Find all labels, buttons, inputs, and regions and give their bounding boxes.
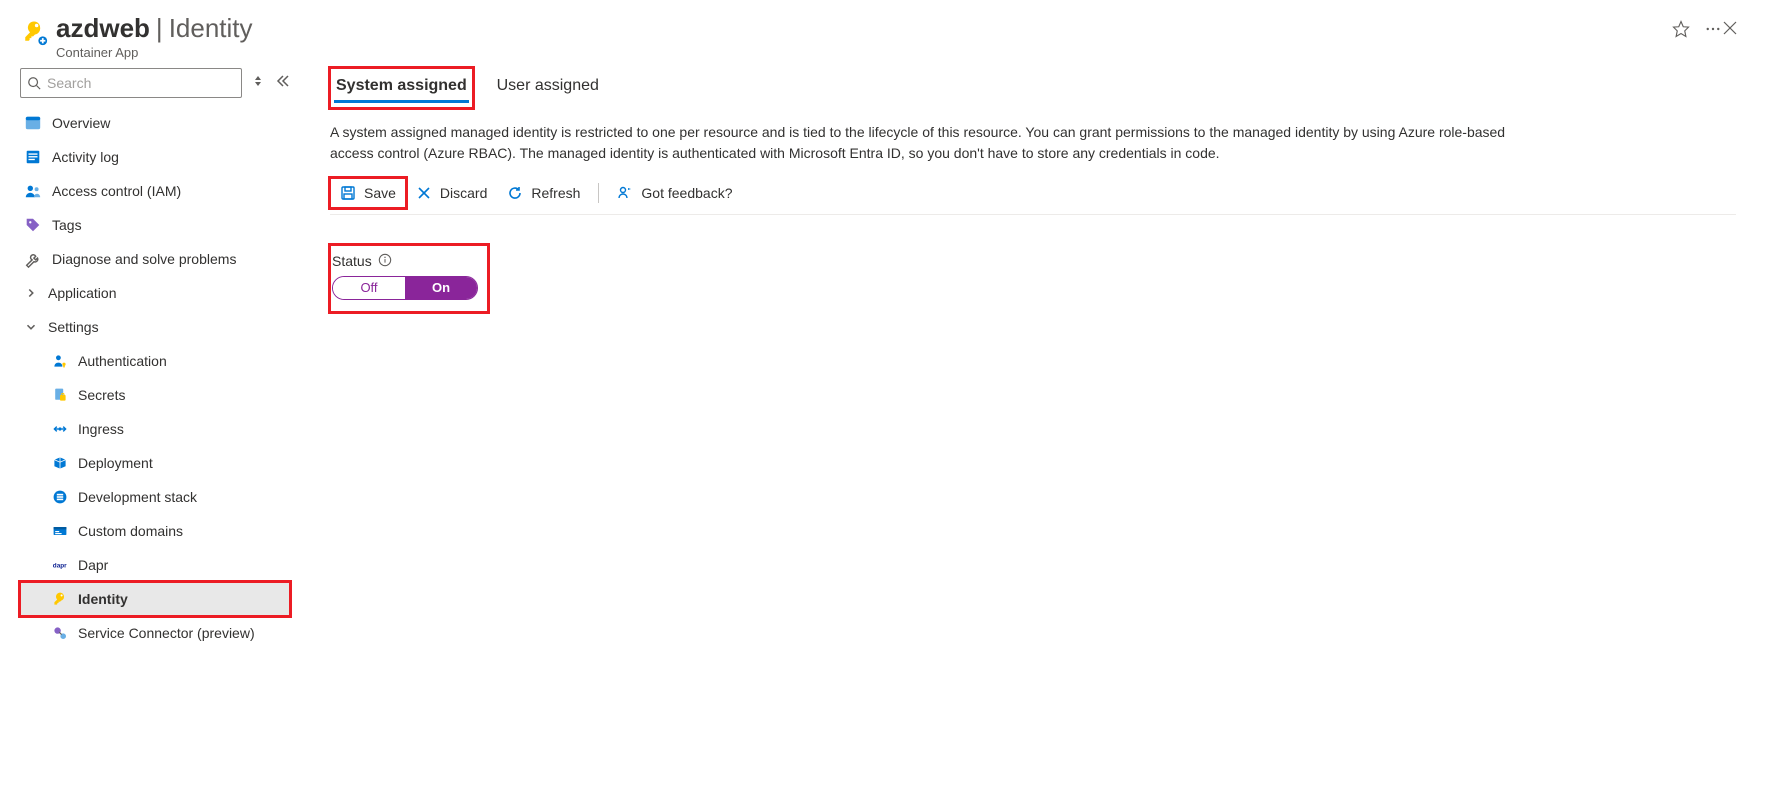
highlight-status: Status Off On (330, 245, 488, 312)
sidebar-item-label: Access control (IAM) (52, 183, 181, 199)
status-toggle[interactable]: Off On (332, 276, 478, 300)
status-toggle-off[interactable]: Off (333, 277, 405, 299)
sidebar-item-dapr[interactable]: dapr Dapr (20, 548, 290, 582)
sidebar-item-label: Overview (52, 115, 110, 131)
dapr-icon: dapr (52, 557, 68, 573)
sidebar-item-secrets[interactable]: Secrets (20, 378, 290, 412)
sidebar-item-overview[interactable]: Overview (20, 106, 290, 140)
discard-icon (416, 185, 432, 201)
lock-file-icon (52, 387, 68, 403)
sidebar-group-label: Settings (48, 319, 99, 335)
close-blade-icon[interactable] (1722, 14, 1746, 39)
connector-icon (52, 625, 68, 641)
sidebar-item-service-connector[interactable]: Service Connector (preview) (20, 616, 290, 650)
tag-icon (24, 216, 42, 234)
sidebar-item-identity[interactable]: Identity (20, 582, 290, 616)
identity-resource-icon (20, 18, 48, 46)
save-button-label: Save (364, 185, 396, 201)
sidebar-item-ingress[interactable]: Ingress (20, 412, 290, 446)
sidebar-item-label: Secrets (78, 387, 125, 403)
sidebar-item-tags[interactable]: Tags (20, 208, 290, 242)
sidebar-item-authentication[interactable]: Authentication (20, 344, 290, 378)
sidebar-item-dev-stack[interactable]: Development stack (20, 480, 290, 514)
feedback-button[interactable]: Got feedback? (607, 178, 742, 208)
search-sort-icon[interactable] (250, 73, 266, 92)
highlight-save: Save (330, 178, 406, 208)
toolbar-separator (598, 183, 599, 203)
sidebar-group-application[interactable]: Application (20, 276, 290, 310)
more-actions-icon[interactable] (1704, 20, 1722, 41)
page-title-app: azdweb (56, 14, 150, 43)
favorite-star-icon[interactable] (1672, 20, 1690, 41)
sidebar-item-label: Identity (78, 591, 128, 607)
ingress-icon (52, 421, 68, 437)
sidebar-search-input[interactable] (41, 74, 235, 92)
person-key-icon (52, 353, 68, 369)
wrench-icon (24, 250, 42, 268)
sidebar-item-label: Activity log (52, 149, 119, 165)
sidebar-item-label: Deployment (78, 455, 153, 471)
sidebar-group-settings[interactable]: Settings (20, 310, 290, 344)
sidebar-item-label: Tags (52, 217, 82, 233)
collapse-sidebar-icon[interactable] (274, 73, 290, 92)
tab-system-assigned[interactable]: System assigned (334, 71, 469, 105)
sidebar-item-label: Ingress (78, 421, 124, 437)
page-header: azdweb | Identity Container App (20, 10, 1746, 68)
status-toggle-on[interactable]: On (405, 277, 477, 299)
identity-key-icon (52, 591, 68, 607)
sidebar-search[interactable] (20, 68, 242, 98)
sidebar-group-label: Application (48, 285, 117, 301)
content-pane: System assigned User assigned A system a… (300, 68, 1746, 650)
tab-user-assigned[interactable]: User assigned (495, 71, 601, 105)
status-label: Status (332, 253, 372, 269)
refresh-button[interactable]: Refresh (497, 178, 590, 208)
save-button[interactable]: Save (330, 178, 406, 208)
sidebar-item-label: Dapr (78, 557, 108, 573)
page-title: azdweb | Identity (56, 14, 1660, 43)
page-title-section: Identity (169, 14, 253, 43)
resource-type: Container App (56, 45, 1660, 60)
overview-icon (24, 114, 42, 132)
sidebar-item-label: Custom domains (78, 523, 183, 539)
feedback-icon (617, 185, 633, 201)
activity-log-icon (24, 148, 42, 166)
feedback-button-label: Got feedback? (641, 185, 732, 201)
chevron-right-icon (24, 286, 38, 300)
toolbar: Save Discard Refresh Got feedback? (330, 178, 1736, 215)
discard-button[interactable]: Discard (406, 178, 497, 208)
domain-icon (52, 523, 68, 539)
sidebar-item-label: Diagnose and solve problems (52, 251, 236, 267)
refresh-icon (507, 185, 523, 201)
search-icon (27, 76, 41, 90)
sidebar-item-label: Authentication (78, 353, 167, 369)
box-icon (52, 455, 68, 471)
identity-description: A system assigned managed identity is re… (330, 122, 1550, 164)
sidebar-item-diagnose[interactable]: Diagnose and solve problems (20, 242, 290, 276)
people-icon (24, 182, 42, 200)
refresh-button-label: Refresh (531, 185, 580, 201)
sidebar-item-activity-log[interactable]: Activity log (20, 140, 290, 174)
sidebar-item-deployment[interactable]: Deployment (20, 446, 290, 480)
highlight-identity: Identity (20, 582, 290, 616)
sidebar-item-label: Development stack (78, 489, 197, 505)
sidebar-item-label: Service Connector (preview) (78, 625, 255, 641)
save-icon (340, 185, 356, 201)
sidebar-item-access-control[interactable]: Access control (IAM) (20, 174, 290, 208)
chevron-down-icon (24, 320, 38, 334)
stack-icon (52, 489, 68, 505)
highlight-tabs: System assigned (330, 68, 473, 108)
svg-text:dapr: dapr (53, 562, 67, 569)
info-icon[interactable] (378, 253, 392, 270)
sidebar-item-custom-domains[interactable]: Custom domains (20, 514, 290, 548)
sidebar: Overview Activity log Access control (IA… (20, 68, 300, 650)
discard-button-label: Discard (440, 185, 487, 201)
